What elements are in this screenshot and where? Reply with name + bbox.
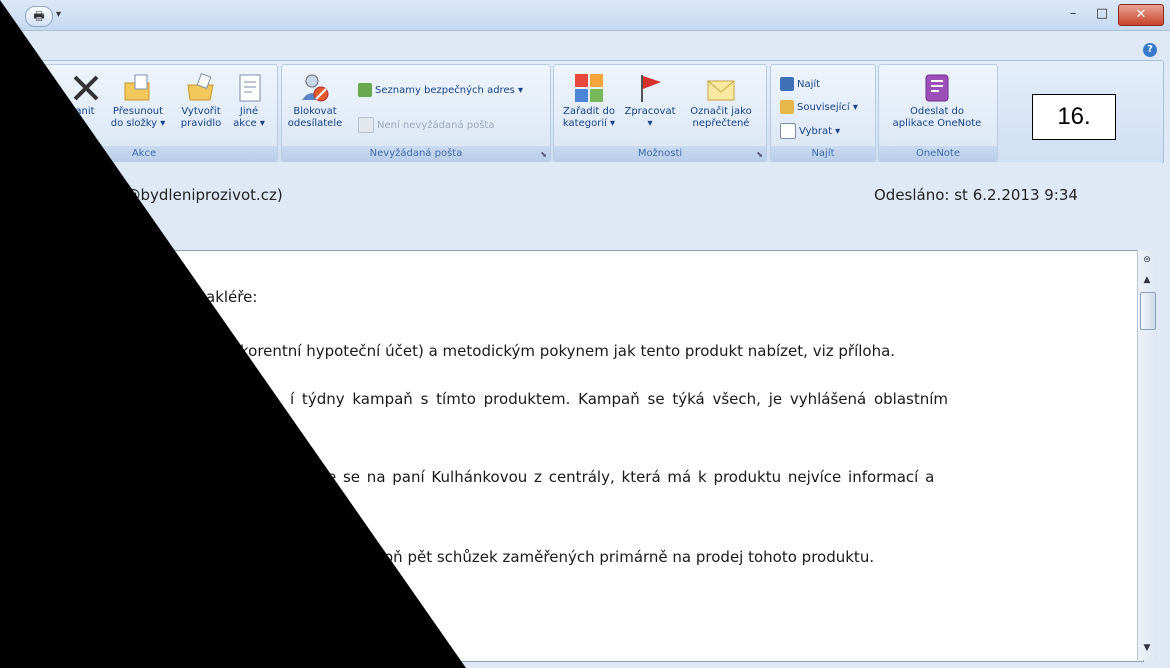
not-junk-button[interactable]: Není nevyžádaná pošta bbox=[358, 117, 494, 133]
body-line-2: korentní hypoteční účet) a metodickým po… bbox=[240, 342, 896, 360]
follow-up-flag-icon bbox=[641, 75, 661, 102]
delete-button[interactable]: anit bbox=[70, 72, 100, 118]
move-folder-icon bbox=[124, 74, 150, 101]
message-header bbox=[0, 162, 1162, 250]
create-rule-icon bbox=[187, 73, 214, 101]
body-line-5: oň pět schůzek zaměřených primárně na pr… bbox=[384, 548, 875, 566]
follow-up-button[interactable]: Zpracovat ▾ bbox=[624, 72, 676, 130]
onenote-label-2: aplikace OneNote bbox=[892, 118, 982, 129]
followup-label-1: Zpracovat bbox=[624, 106, 676, 117]
safe-lists-icon bbox=[358, 83, 372, 97]
select-button[interactable]: Vybrat ▾ bbox=[780, 123, 840, 139]
onenote-label-1: Odeslat do bbox=[909, 106, 965, 117]
sent-date: Odesláno: st 6.2.2013 9:34 bbox=[874, 186, 1078, 204]
move-to-folder-button[interactable]: Přesunout do složky ▾ bbox=[108, 72, 168, 130]
body-line-4: e se na paní Kulhánkovou z centrály, kte… bbox=[327, 468, 935, 486]
other-label-2: akce ▾ bbox=[233, 118, 265, 129]
safe-lists-label: Seznamy bezpečných adres ▾ bbox=[375, 85, 523, 96]
close-button[interactable]: ✕ bbox=[1118, 4, 1164, 26]
find-button[interactable]: Najít bbox=[780, 77, 820, 91]
delete-button-label: anit bbox=[75, 106, 95, 117]
find-binoculars-icon bbox=[780, 77, 794, 91]
categorize-button[interactable]: Zařadit do kategorií ▾ bbox=[560, 72, 618, 130]
delete-x-icon bbox=[73, 75, 99, 101]
body-line-3: í týdny kampaň s tímto produktem. Kampaň… bbox=[290, 390, 949, 408]
scroll-options-icon[interactable]: ⊜ bbox=[1139, 252, 1155, 268]
other-label-1: Jiné bbox=[239, 106, 259, 117]
title-bar bbox=[0, 0, 1170, 31]
unread-label-1: Označit jako bbox=[690, 106, 752, 117]
options-dialog-launcher-icon[interactable]: ⬊ bbox=[756, 150, 763, 159]
group-akce-label: Akce bbox=[11, 146, 277, 161]
safe-lists-button[interactable]: Seznamy bezpečných adres ▾ bbox=[358, 83, 523, 97]
message-body[interactable] bbox=[0, 250, 1144, 662]
body-scrollbar[interactable]: ⊜ ▲ ▼ bbox=[1137, 250, 1157, 660]
categorize-label-1: Zařadit do bbox=[563, 106, 615, 117]
create-rule-button[interactable]: Vytvořit pravidlo bbox=[176, 72, 226, 130]
maximize-button[interactable]: □ bbox=[1089, 4, 1115, 24]
body-line-1: akléře: bbox=[206, 288, 258, 306]
move-label-1: Přesunout bbox=[112, 106, 164, 117]
send-to-onenote-button[interactable]: Odeslat do aplikace OneNote bbox=[882, 72, 992, 130]
quick-access-customize-button[interactable]: ▾ bbox=[56, 9, 61, 20]
quick-access-print-icon[interactable]: 🖶 bbox=[25, 6, 53, 27]
scroll-up-icon[interactable]: ▲ bbox=[1139, 272, 1155, 288]
scroll-down-icon[interactable]: ▼ bbox=[1139, 640, 1155, 656]
group-options-label: Možnosti bbox=[554, 146, 766, 161]
onenote-icon bbox=[925, 74, 949, 102]
unread-label-2: nepřečtené bbox=[692, 118, 750, 129]
related-label: Související ▾ bbox=[797, 102, 858, 113]
categorize-label-2: kategorií ▾ bbox=[562, 118, 616, 129]
block-sender-icon bbox=[302, 74, 329, 102]
sender-address: n@bydleniprozivot.cz) bbox=[116, 186, 283, 204]
group-onenote-label: OneNote bbox=[879, 146, 997, 161]
minimize-button[interactable]: – bbox=[1060, 4, 1086, 24]
not-junk-icon bbox=[358, 117, 374, 133]
other-actions-icon bbox=[239, 74, 261, 102]
scrollbar-thumb[interactable] bbox=[1140, 292, 1156, 330]
block-label-1: Blokovat bbox=[293, 106, 337, 117]
followup-label-2: ▾ bbox=[647, 118, 653, 129]
help-icon[interactable]: ? bbox=[1143, 43, 1157, 57]
find-label: Najít bbox=[797, 79, 821, 90]
related-icon bbox=[780, 100, 794, 114]
mark-unread-envelope-icon bbox=[707, 80, 735, 101]
not-junk-label: Není nevyžádaná pošta bbox=[377, 120, 495, 131]
mark-unread-button[interactable]: Označit jako nepřečtené bbox=[680, 72, 762, 130]
group-find-label: Najít bbox=[771, 146, 875, 161]
block-sender-button[interactable]: Blokovat odesílatele bbox=[287, 72, 343, 130]
other-actions-button[interactable]: Jiné akce ▾ bbox=[230, 72, 268, 130]
annotation-label: 16. bbox=[1032, 94, 1116, 140]
move-label-2: do složky ▾ bbox=[110, 118, 166, 129]
categorize-icon bbox=[575, 74, 603, 102]
related-button[interactable]: Související ▾ bbox=[780, 100, 858, 114]
block-label-2: odesílatele bbox=[287, 118, 343, 129]
select-label: Vybrat ▾ bbox=[799, 126, 841, 137]
group-junk-label: Nevyžádaná pošta bbox=[282, 146, 550, 161]
rule-label-1: Vytvořit bbox=[181, 106, 221, 117]
rule-label-2: pravidlo bbox=[180, 118, 222, 129]
junk-dialog-launcher-icon[interactable]: ⬊ bbox=[540, 150, 547, 159]
select-cursor-icon bbox=[780, 123, 796, 139]
